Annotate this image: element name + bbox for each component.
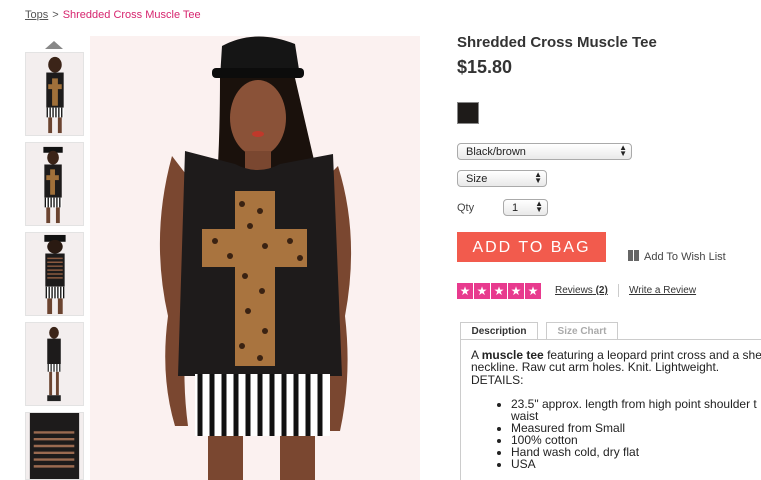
gift-icon (628, 250, 639, 261)
qty-select-value: 1 (512, 202, 519, 214)
write-review-link[interactable]: Write a Review (629, 285, 696, 296)
description-line2: neckline. Raw cut arm holes. Knit. Light… (471, 360, 720, 374)
breadcrumb-link-tops[interactable]: Tops (25, 9, 48, 21)
size-select[interactable]: Size ▲ ▼ (457, 170, 547, 187)
color-select[interactable]: Black/brown ▲ ▼ (457, 143, 632, 160)
reviews-label: Reviews (555, 285, 593, 296)
qty-select[interactable]: 1 ▲ ▼ (503, 199, 548, 216)
reviews-count: (2) (595, 285, 608, 296)
details-heading: DETAILS: (471, 373, 524, 387)
tab-description[interactable]: Description (460, 322, 538, 339)
wish-list-label: Add To Wish List (644, 251, 726, 263)
size-select-value: Size (466, 173, 488, 185)
details-list: 23.5" approx. length from high point sho… (497, 398, 757, 470)
product-title: Shredded Cross Muscle Tee (457, 34, 657, 51)
star-icon: ★ (525, 283, 541, 299)
details-list-item: Hand wash cold, dry flat (511, 446, 757, 458)
thumbnail-back-detail[interactable] (25, 412, 84, 480)
star-icon: ★ (474, 283, 490, 299)
description-text: A muscle tee featuring a leopard print c… (471, 349, 761, 373)
select-arrows-icon: ▲ ▼ (619, 143, 627, 158)
breadcrumb: Tops > Shredded Cross Muscle Tee (25, 9, 201, 21)
add-to-wish-list-link[interactable]: Add To Wish List (628, 250, 726, 263)
tab-panel-border (460, 339, 761, 340)
reviews-link[interactable]: Reviews (2) (555, 285, 608, 296)
breadcrumb-separator: > (52, 9, 59, 21)
details-list-item: USA (511, 458, 757, 470)
thumbnails-up-arrow-icon[interactable] (45, 41, 63, 49)
rating-stars: ★ ★ ★ ★ ★ (457, 283, 541, 299)
thumbnail-side[interactable] (25, 322, 84, 406)
select-arrows-icon: ▲ ▼ (534, 170, 542, 185)
color-select-value: Black/brown (466, 146, 526, 158)
star-icon: ★ (457, 283, 473, 299)
details-list-item: 23.5" approx. length from high point sho… (511, 398, 757, 410)
breadcrumb-current[interactable]: Shredded Cross Muscle Tee (63, 9, 201, 21)
select-arrows-icon: ▲ ▼ (535, 199, 543, 214)
thumbnail-back[interactable] (25, 232, 84, 316)
product-price: $15.80 (457, 57, 513, 77)
star-icon: ★ (491, 283, 507, 299)
thumbnail-hat[interactable] (25, 142, 84, 226)
divider (618, 284, 619, 297)
tab-size-chart[interactable]: Size Chart (546, 322, 618, 339)
tab-panel-border-left (460, 339, 461, 480)
qty-label: Qty (457, 202, 475, 214)
add-to-bag-button[interactable]: ADD TO BAG (457, 232, 606, 262)
color-swatch-black[interactable] (457, 102, 479, 124)
thumbnail-front[interactable] (25, 52, 84, 136)
main-product-image[interactable] (90, 36, 420, 480)
star-icon: ★ (508, 283, 524, 299)
